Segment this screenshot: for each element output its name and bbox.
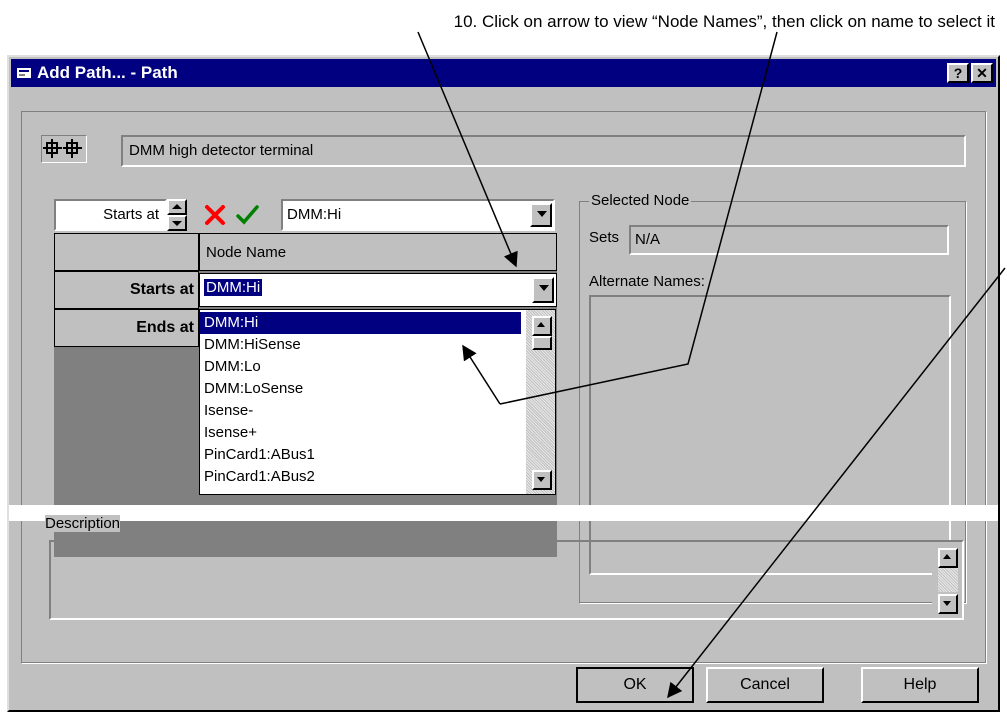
title-bar: Add Path... - Path ? ✕ (11, 59, 996, 87)
mode-field[interactable]: Starts at (54, 199, 167, 231)
add-path-dialog: Add Path... - Path ? ✕ DMM high detector… (7, 55, 1000, 712)
description-scroll-track (938, 568, 958, 592)
path-icon-frame (41, 135, 87, 163)
app-icon (17, 68, 31, 78)
list-item[interactable]: DMM:Lo (200, 356, 521, 378)
description-scroll-up[interactable] (938, 548, 958, 568)
path-icon (43, 139, 82, 158)
instruction-callout: 10. Click on arrow to view “Node Names”,… (453, 12, 995, 31)
starts-at-dropdown-arrow[interactable] (532, 277, 554, 303)
ok-button[interactable]: OK (576, 667, 694, 703)
help-title-button[interactable]: ? (947, 63, 969, 83)
sets-field: N/A (629, 225, 949, 255)
list-item[interactable]: DMM:LoSense (200, 378, 521, 400)
delete-icon[interactable] (203, 203, 229, 227)
description-label: Description (45, 515, 121, 532)
grid-row-header-ends: Ends at (54, 309, 199, 347)
help-button[interactable]: Help (861, 667, 979, 703)
sets-label: Sets (589, 229, 620, 246)
starts-at-node-select[interactable]: DMM:Hi (199, 273, 557, 307)
list-item[interactable]: Isense+ (200, 422, 521, 444)
list-item[interactable]: PinCard1:ABus1 (200, 444, 521, 466)
list-item[interactable]: DMM:Hi (200, 312, 521, 334)
grid-column-header: Node Name (199, 233, 557, 271)
alternate-names-label: Alternate Names: (589, 273, 705, 290)
list-item[interactable]: DMM:HiSense (200, 334, 521, 356)
spin-up-button[interactable] (167, 199, 187, 215)
scroll-up-button[interactable] (532, 316, 552, 336)
scroll-down-button[interactable] (532, 470, 552, 490)
description-scrollbar[interactable] (932, 542, 962, 618)
node-combobox[interactable]: DMM:Hi (281, 199, 555, 231)
alternate-names-list[interactable] (589, 295, 951, 575)
grid-row-header-starts: Starts at (54, 271, 199, 309)
panel-break (9, 505, 998, 521)
node-name-list[interactable]: DMM:Hi DMM:HiSense DMM:Lo DMM:LoSense Is… (199, 309, 556, 495)
close-button[interactable]: ✕ (971, 63, 993, 83)
window-title: Add Path... - Path (37, 63, 178, 82)
list-scrollbar[interactable] (526, 310, 555, 494)
list-item[interactable]: PinCard1:ABus2 (200, 466, 521, 488)
description-field[interactable] (49, 540, 964, 620)
cancel-button[interactable]: Cancel (706, 667, 824, 703)
scroll-thumb[interactable] (532, 336, 552, 350)
accept-icon[interactable] (235, 203, 261, 227)
list-item[interactable]: Isense- (200, 400, 521, 422)
spin-down-button[interactable] (167, 215, 187, 231)
selected-node-group-label: Selected Node (589, 192, 692, 209)
path-description-field[interactable]: DMM high detector terminal (121, 135, 966, 167)
node-combobox-arrow[interactable] (530, 203, 552, 227)
grid-corner (54, 233, 199, 271)
description-scroll-down[interactable] (938, 594, 958, 614)
